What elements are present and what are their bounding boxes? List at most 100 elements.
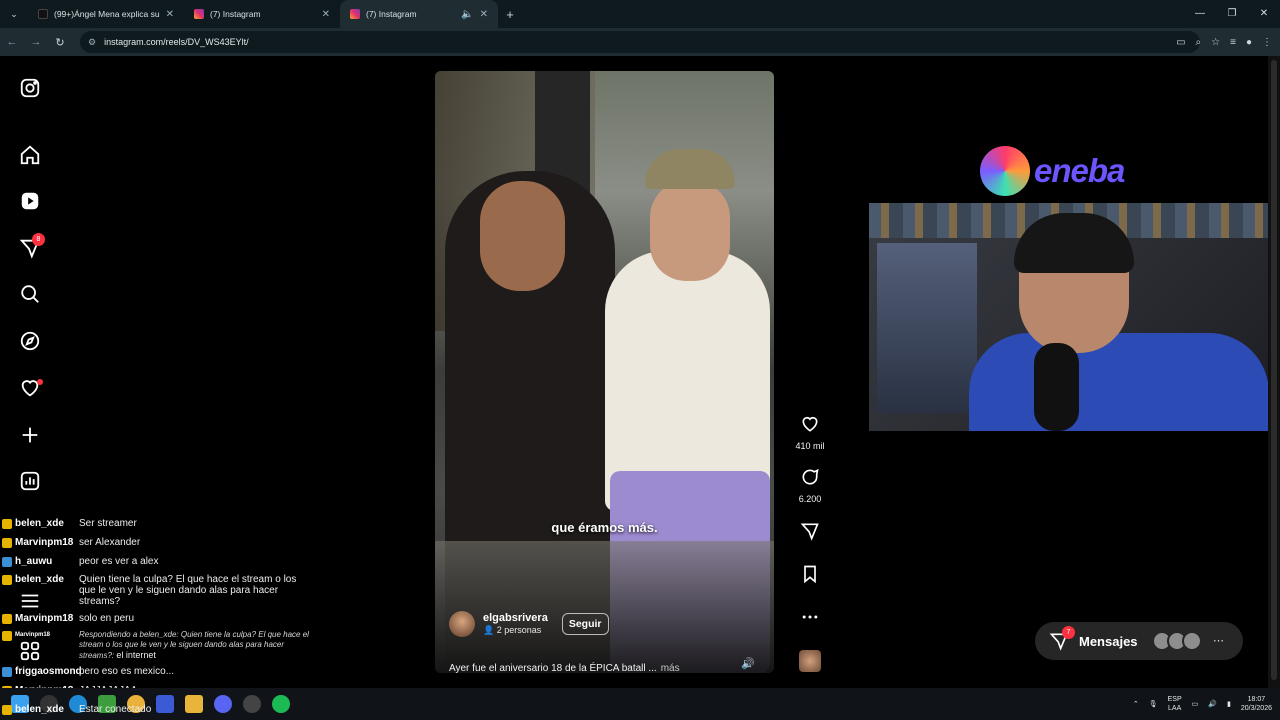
clock[interactable]: 18:07 20/3/2026 (1241, 695, 1272, 713)
browser-tab-1[interactable]: (99+)Ángel Mena explica su ex ✕ (28, 0, 184, 28)
tab-title: (7) Instagram (366, 9, 417, 19)
eneba-logo-icon (980, 146, 1030, 196)
address-bar[interactable]: ⚙ instagram.com/reels/DV_WS43EYlt/ (80, 31, 1200, 53)
follow-button[interactable]: Seguir (561, 613, 609, 635)
save-button[interactable] (788, 564, 832, 589)
messages-button[interactable]: 7 Mensajes ⋯ (1035, 622, 1243, 660)
instagram-favicon-icon (350, 9, 360, 19)
share-icon (800, 523, 819, 541)
tab-title: (7) Instagram (210, 9, 261, 19)
video-subtitle: que éramos más. (551, 520, 658, 535)
like-button[interactable]: 410 mil (788, 414, 832, 451)
profile-icon[interactable]: ● (1246, 37, 1252, 48)
sub-badge-icon (2, 538, 12, 548)
reels-icon[interactable] (19, 190, 41, 212)
chat-username: Marvinpm18 (15, 632, 51, 638)
tray-chevron-icon[interactable]: ⌃ (1133, 700, 1139, 708)
close-window-icon[interactable]: ✕ (1248, 0, 1280, 28)
forward-icon[interactable]: → (24, 36, 48, 48)
chat-username: h_auwu (15, 556, 53, 567)
sub-badge-icon (2, 705, 12, 715)
volume-icon[interactable]: 🔊 (741, 657, 755, 670)
chat-text: el internet (116, 650, 156, 660)
avatar[interactable] (449, 611, 475, 637)
scrollbar-thumb[interactable] (1271, 60, 1277, 680)
search-icon[interactable] (19, 283, 41, 305)
instagram-logo-icon[interactable] (19, 77, 41, 99)
battery-icon[interactable]: ▮ (1227, 700, 1231, 708)
browser-tab-2[interactable]: (7) Instagram ✕ (184, 0, 340, 28)
back-icon[interactable]: ← (0, 36, 24, 48)
language-code: ESP (1167, 696, 1182, 703)
bookmark-star-icon[interactable]: ☆ (1211, 37, 1220, 48)
tiktok-favicon-icon (38, 9, 48, 19)
chat-message: h_auwu peor es ver a alex (2, 556, 309, 567)
activity-dot (37, 379, 43, 385)
prime-badge-icon (2, 557, 12, 567)
chat-username: Marvinpm18 (15, 613, 74, 624)
collaborators[interactable]: 👤 2 personas (483, 625, 548, 636)
microphone (1034, 343, 1079, 431)
message-avatars (1152, 631, 1202, 651)
person-right-face (650, 181, 730, 281)
volume-icon[interactable]: 🔊 (1208, 700, 1217, 708)
new-tab-button[interactable]: + (498, 7, 522, 22)
more-menu-icon[interactable]: ⋮ (1262, 37, 1272, 48)
chat-message: belen_xde Ser streamer (2, 518, 309, 529)
person-left-face (480, 181, 565, 291)
reading-list-icon[interactable]: ≡ (1230, 37, 1236, 48)
collaborators-count: 2 personas (496, 625, 542, 635)
explore-icon[interactable] (19, 330, 41, 352)
caption-text: Ayer fue el aniversario 18 de la ÉPICA b… (449, 663, 657, 673)
tab-search-chevron-icon[interactable]: ⌄ (0, 0, 28, 28)
heart-icon (802, 416, 818, 432)
language-indicator[interactable]: ESP LAA (1168, 695, 1182, 713)
close-tab-icon[interactable]: ✕ (322, 9, 330, 20)
comment-button[interactable]: 6.200 (788, 467, 832, 504)
close-tab-icon[interactable]: ✕ (166, 9, 174, 20)
more-options-button[interactable] (788, 607, 832, 632)
network-icon[interactable]: ▭ (1192, 700, 1199, 708)
chat-text: Estar conectado (79, 704, 152, 715)
toolbar-icons: ▭ ⌕ ☆ ≡ ● ⋮ (1176, 28, 1272, 56)
person-right-cap (645, 149, 735, 189)
home-icon[interactable] (19, 144, 41, 166)
create-icon[interactable] (19, 424, 41, 446)
likes-count: 410 mil (795, 441, 825, 451)
webcam-poster (877, 243, 977, 413)
reel-video[interactable]: que éramos más. elgabsrivera 👤 2 persona… (435, 71, 774, 673)
restore-icon[interactable]: ❐ (1216, 0, 1248, 28)
chat-username: belen_xde (15, 704, 64, 715)
author-username[interactable]: elgabsrivera (483, 612, 548, 624)
sub-badge-icon (2, 614, 12, 624)
more-icon (802, 615, 818, 619)
close-tab-icon[interactable]: ✕ (480, 9, 488, 20)
chat-message: Marvinpm18 solo en peru (2, 613, 309, 624)
dashboard-icon[interactable] (19, 470, 41, 492)
reload-icon[interactable]: ↻ (48, 36, 72, 49)
minimize-icon[interactable]: — (1184, 0, 1216, 28)
chat-text: pero eso es mexico... (79, 666, 175, 677)
zoom-icon[interactable]: ⌕ (1196, 37, 1202, 48)
cast-icon[interactable]: ▭ (1176, 37, 1185, 48)
browser-tab-bar: ⌄ (99+)Ángel Mena explica su ex ✕ (7) In… (0, 0, 1280, 28)
page-scrollbar[interactable] (1268, 56, 1280, 688)
chat-text: Quien tiene la culpa? El que hace el str… (79, 574, 297, 607)
chat-username: belen_xde (15, 518, 64, 529)
window-controls: — ❐ ✕ (1184, 0, 1280, 28)
messages-label: Mensajes (1079, 633, 1138, 649)
microphone-icon[interactable]: 🎙 (1149, 700, 1158, 708)
instagram-favicon-icon (194, 9, 204, 19)
chat-message: belen_xde Quien tiene la culpa? El que ha… (2, 574, 309, 607)
chat-text: solo en peru (79, 613, 135, 624)
site-info-icon[interactable]: ⚙ (88, 37, 96, 48)
comment-icon (802, 468, 819, 485)
more-icon[interactable]: ⋯ (1213, 634, 1224, 647)
speaker-icon[interactable]: 🔈 (461, 9, 473, 20)
tab-title: (99+)Ángel Mena explica su ex (54, 9, 160, 19)
share-button[interactable] (788, 521, 832, 546)
browser-tab-3[interactable]: (7) Instagram 🔈 ✕ (340, 0, 498, 28)
audio-thumbnail[interactable] (799, 650, 821, 672)
sub-badge-icon (2, 519, 12, 529)
caption-more-link[interactable]: más (661, 663, 680, 673)
